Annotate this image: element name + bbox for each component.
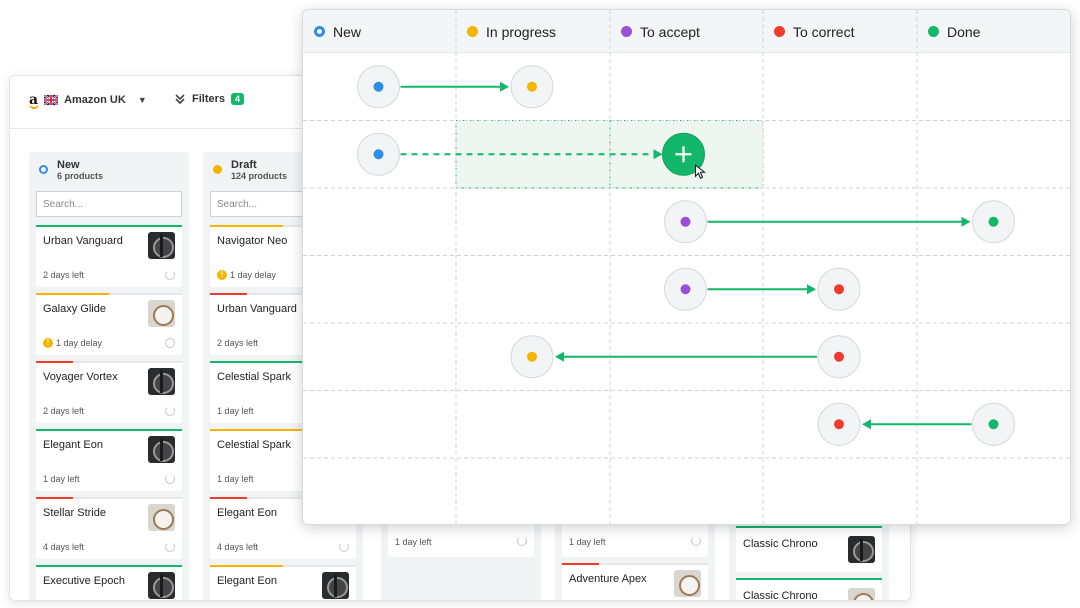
store-selector[interactable]: a Amazon UK ▼ xyxy=(29,92,147,109)
product-card[interactable]: Elegant Eon xyxy=(210,565,356,600)
double-chevron-down-icon xyxy=(175,94,185,105)
product-title: Urban Vanguard xyxy=(43,235,123,247)
due-text: 1 day delay xyxy=(56,338,103,348)
progress-ring-icon xyxy=(165,542,175,552)
arrowhead-icon xyxy=(500,81,509,92)
status-node-dot-icon xyxy=(834,351,844,362)
store-label: Amazon UK xyxy=(64,94,126,106)
due-text: 1 day left xyxy=(217,406,254,416)
progress-ring-icon xyxy=(165,338,175,348)
warning-icon: ! xyxy=(217,270,227,280)
column-header: New 6 products xyxy=(29,152,189,188)
progress-ring-icon xyxy=(165,406,175,416)
column-count: 6 products xyxy=(57,171,104,181)
progress-ring-icon xyxy=(517,536,527,546)
product-card[interactable]: Classic Chrono xyxy=(736,578,882,601)
progress-ring-icon xyxy=(339,542,349,552)
product-card[interactable]: Stellar Stride 4 days left xyxy=(36,497,182,559)
progress-ring-icon xyxy=(165,474,175,484)
product-title: Adventure Apex xyxy=(569,573,647,585)
product-title: Elegant Eon xyxy=(217,575,277,587)
due-status: 4 days left xyxy=(43,542,84,552)
product-card[interactable]: Galaxy Glide ! 1 day delay xyxy=(36,293,182,355)
product-title: Elegant Eon xyxy=(43,439,103,451)
due-status: ! 1 day delay xyxy=(217,270,276,280)
due-status: 2 days left xyxy=(43,406,84,416)
filters-label: Filters xyxy=(192,93,226,105)
status-node-dot-icon xyxy=(527,81,537,92)
status-node-dot-icon xyxy=(680,284,691,295)
screen: a Amazon UK ▼ Filters 4 New 6 products S… xyxy=(0,0,1080,608)
due-status: ! 1 day delay xyxy=(43,338,102,348)
due-text: 2 days left xyxy=(217,338,259,348)
product-title: Galaxy Glide xyxy=(43,303,106,315)
status-node-dot-icon xyxy=(834,419,844,430)
product-title: Voyager Vortex xyxy=(43,371,118,383)
workflow-transitions-panel: New In progress To accept To correct Don… xyxy=(302,9,1071,525)
product-title: Classic Chrono xyxy=(743,590,818,601)
watch-thumbnail-icon xyxy=(148,300,175,327)
arrowhead-icon xyxy=(961,216,971,227)
due-text: 1 day left xyxy=(395,537,432,547)
status-node-dot-icon xyxy=(373,81,384,92)
due-text: 2 days left xyxy=(43,270,85,280)
watch-thumbnail-icon xyxy=(148,572,175,599)
status-dot-icon xyxy=(213,165,222,174)
status-node-dot-icon xyxy=(373,149,384,160)
arrowhead-icon xyxy=(862,419,871,430)
status-dot-icon xyxy=(39,165,48,174)
filters-count-badge: 4 xyxy=(231,93,245,105)
column-search-input[interactable]: Search... xyxy=(36,191,182,217)
due-status: 2 days left xyxy=(43,270,84,280)
arrowhead-icon xyxy=(555,351,564,362)
uk-flag-icon xyxy=(44,95,59,105)
status-node-dot-icon xyxy=(527,351,537,362)
product-card[interactable]: 1 day left xyxy=(562,524,708,557)
due-text: 1 day left xyxy=(569,537,606,547)
warning-icon: ! xyxy=(43,338,53,348)
watch-thumbnail-icon xyxy=(674,570,701,597)
product-title: Stellar Stride xyxy=(43,507,106,519)
product-card[interactable]: 1 day left xyxy=(388,524,534,557)
watch-thumbnail-icon xyxy=(848,536,875,563)
column-new: New 6 products Search... Urban Vanguard … xyxy=(29,152,189,600)
status-node-dot-icon xyxy=(834,284,844,295)
transitions-grid xyxy=(303,10,1070,524)
watch-thumbnail-icon xyxy=(148,232,175,259)
watch-thumbnail-icon xyxy=(148,368,175,395)
product-card[interactable]: Voyager Vortex 2 days left xyxy=(36,361,182,423)
status-node-dot-icon xyxy=(988,216,999,227)
product-card[interactable]: Classic Chrono xyxy=(736,526,882,572)
watch-thumbnail-icon xyxy=(848,588,875,600)
due-text: 2 days left xyxy=(43,406,85,416)
progress-ring-icon xyxy=(691,536,701,546)
due-text: 4 days left xyxy=(217,542,259,552)
due-text: 1 day left xyxy=(217,474,254,484)
due-status: 2 days left xyxy=(217,338,258,348)
due-text: 1 day left xyxy=(43,474,80,484)
due-text: 1 day delay xyxy=(230,270,277,280)
status-node-dot-icon xyxy=(988,419,999,430)
product-card[interactable]: Adventure Apex xyxy=(562,563,708,600)
product-card[interactable]: Executive Epoch xyxy=(36,565,182,600)
watch-thumbnail-icon xyxy=(148,504,175,531)
due-status: 4 days left xyxy=(217,542,258,552)
watch-thumbnail-icon xyxy=(322,572,349,599)
amazon-logo-icon: a xyxy=(29,92,40,109)
caret-down-icon: ▼ xyxy=(137,95,147,105)
product-title: Classic Chrono xyxy=(743,538,818,550)
arrowhead-icon xyxy=(807,284,816,295)
column-title: New xyxy=(57,159,80,171)
due-status: 1 day left xyxy=(217,474,254,484)
product-card[interactable]: Elegant Eon 1 day left xyxy=(36,429,182,491)
due-text: 4 days left xyxy=(43,542,85,552)
watch-thumbnail-icon xyxy=(148,436,175,463)
due-status: 1 day left xyxy=(217,406,254,416)
product-title: Executive Epoch xyxy=(43,575,125,587)
progress-ring-icon xyxy=(165,270,175,280)
filters-button[interactable]: Filters 4 xyxy=(174,93,245,105)
status-node-dot-icon xyxy=(680,216,691,227)
product-card[interactable]: Urban Vanguard 2 days left xyxy=(36,225,182,287)
due-status: 1 day left xyxy=(43,474,80,484)
